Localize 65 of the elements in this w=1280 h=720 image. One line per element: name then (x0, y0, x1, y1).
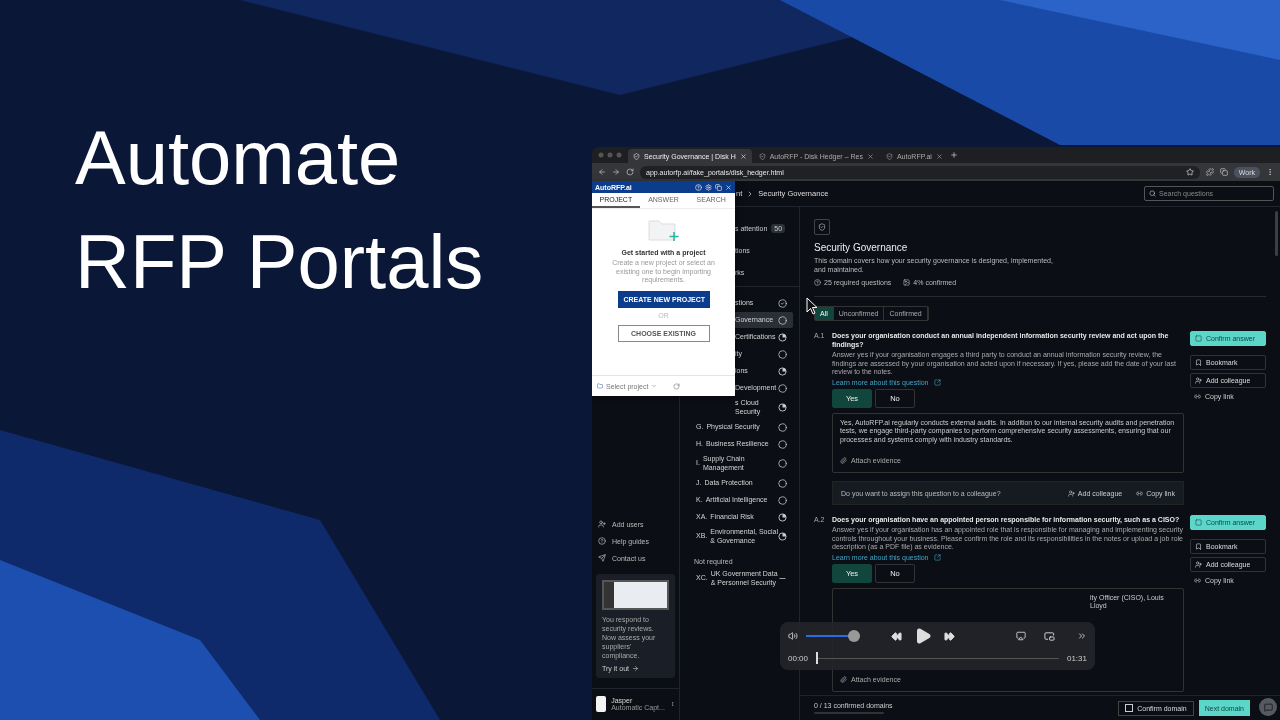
user-plus-icon (1195, 377, 1202, 384)
user-plus-icon (1067, 489, 1075, 497)
checkbox-icon (1195, 335, 1202, 342)
paperclip-icon (840, 457, 847, 464)
chat-button[interactable] (1259, 698, 1277, 716)
site-icon (633, 152, 640, 160)
checkbox-icon (1195, 519, 1202, 526)
chat-icon (1263, 702, 1273, 712)
cursor-icon (806, 297, 818, 315)
headline: Automate RFP Portals (75, 114, 485, 306)
user-plus-icon (1195, 561, 1202, 568)
site-icon (885, 152, 893, 160)
new-tab-icon[interactable] (949, 151, 958, 159)
answer-box[interactable] (832, 412, 1184, 473)
back-icon[interactable] (598, 168, 606, 176)
chevron-down-icon (651, 383, 658, 389)
image-icon (903, 279, 911, 286)
link-icon (1136, 489, 1144, 497)
picture-in-picture-icon[interactable] (1044, 630, 1055, 642)
copy-icon[interactable] (715, 183, 722, 191)
link-icon (1194, 393, 1201, 400)
extension-icon[interactable] (1219, 168, 1228, 176)
menu-icon[interactable] (1266, 168, 1274, 176)
play-icon[interactable] (914, 627, 932, 645)
help-icon[interactable] (695, 183, 702, 191)
external-link-icon (933, 378, 941, 386)
help-icon (814, 279, 821, 286)
close-icon[interactable] (739, 152, 747, 160)
forward-icon[interactable] (612, 168, 620, 176)
more-controls-icon[interactable] (1077, 631, 1087, 641)
close-icon[interactable] (866, 152, 874, 160)
folder-plus-icon (646, 217, 681, 243)
help-icon (598, 537, 606, 545)
settings-icon[interactable] (705, 183, 712, 191)
scrollbar (1275, 211, 1278, 256)
checkbox[interactable] (1125, 704, 1134, 712)
airplay-icon[interactable] (1016, 631, 1026, 641)
arrow-right-icon (631, 665, 639, 672)
send-icon (598, 554, 606, 562)
bookmark-icon (1195, 359, 1202, 366)
extension-icon[interactable] (1205, 168, 1214, 176)
user-plus-icon (598, 520, 606, 528)
company-logo (596, 696, 607, 712)
domain-icon (814, 219, 830, 235)
bookmark-icon (1195, 543, 1202, 550)
search-icon (1149, 190, 1156, 197)
paperclip-icon (840, 676, 847, 683)
star-icon[interactable] (1185, 168, 1194, 176)
duration-time: 01:31 (1066, 653, 1087, 663)
external-link-icon (933, 553, 941, 561)
window-controls-icon (598, 152, 624, 158)
domain-title: Security Governance (814, 242, 909, 253)
more-icon[interactable] (669, 700, 675, 708)
close-icon[interactable] (935, 152, 943, 160)
reload-icon[interactable] (626, 168, 634, 176)
rewind-icon[interactable] (891, 630, 902, 642)
volume-slider[interactable] (806, 630, 860, 642)
screenshot-drawing (602, 580, 669, 610)
fast-forward-icon[interactable] (944, 630, 955, 642)
elapsed-time: 00:00 (788, 653, 809, 663)
volume-icon[interactable] (788, 631, 798, 641)
folder-icon (597, 383, 603, 389)
site-icon (758, 152, 766, 160)
close-icon[interactable] (725, 183, 732, 191)
link-icon (1194, 577, 1201, 584)
